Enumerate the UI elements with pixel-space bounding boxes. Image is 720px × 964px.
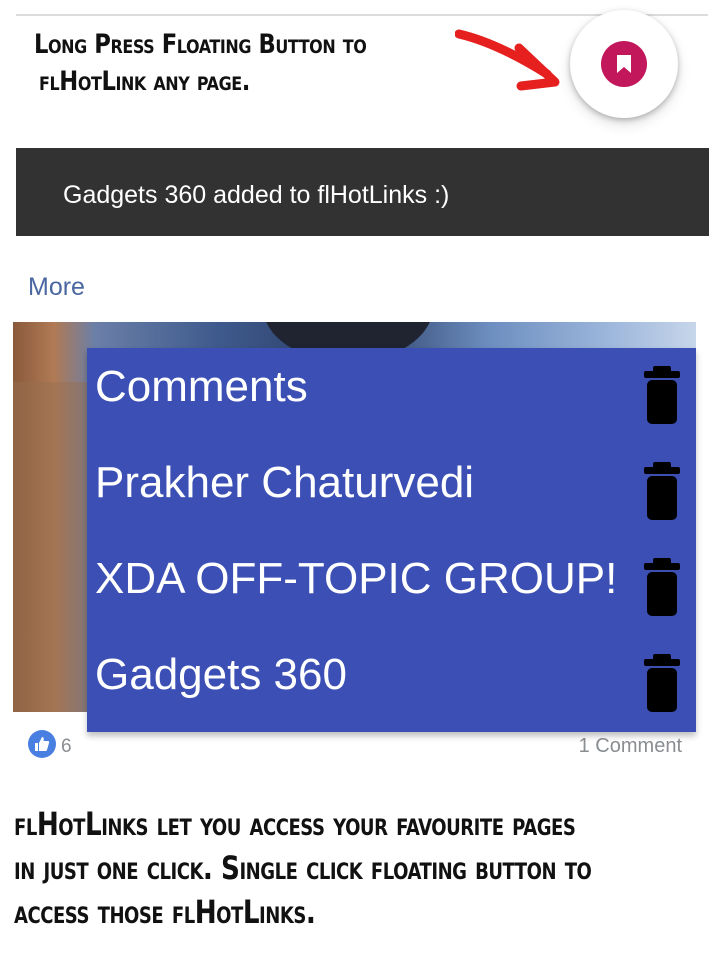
hotlink-label[interactable]: Gadgets 360 [95,650,347,700]
caption-bottom-line-1: flHotLinks let you access your favourite… [14,805,576,843]
trash-icon[interactable] [643,366,681,426]
trash-icon[interactable] [643,558,681,618]
caption-top-line-2: flHotLink any page. [39,66,250,97]
hotlink-item-xda[interactable]: XDA OFF-TOPIC GROUP! [87,540,696,636]
trash-icon[interactable] [643,654,681,714]
hotlinks-panel: Comments Prakher Chaturvedi XDA OFF-TOPI… [87,348,696,732]
bookmark-icon [617,55,631,73]
like-count: 6 [61,736,72,757]
caption-bottom-line-3: access those flHotLinks. [14,893,316,931]
more-link[interactable]: More [28,273,85,302]
like-icon[interactable] [28,730,56,758]
caption-bottom-line-2: in just one click. Single click floating… [14,849,592,887]
hotlink-label[interactable]: Comments [95,362,308,412]
hotlink-label[interactable]: XDA OFF-TOPIC GROUP! [95,554,617,604]
red-arrow-icon [455,29,560,91]
snackbar-message: Gadgets 360 added to flHotLinks :) [63,181,450,209]
hotlink-item-gadgets360[interactable]: Gadgets 360 [87,636,696,732]
hotlink-item-comments[interactable]: Comments [87,348,696,444]
fab-circle [601,41,647,87]
instruction-caption-bottom: flHotLinks let you access your favourite… [14,802,703,934]
trash-icon[interactable] [643,462,681,522]
floating-button[interactable] [570,10,678,118]
instruction-caption-top: Long Press Floating Button to flHotLink … [34,26,387,100]
hotlink-item-prakher[interactable]: Prakher Chaturvedi [87,444,696,540]
hotlink-label[interactable]: Prakher Chaturvedi [95,458,474,508]
comment-count[interactable]: 1 Comment [579,735,682,758]
caption-top-line-1: Long Press Floating Button to [34,29,367,60]
snackbar: Gadgets 360 added to flHotLinks :) [16,148,709,236]
